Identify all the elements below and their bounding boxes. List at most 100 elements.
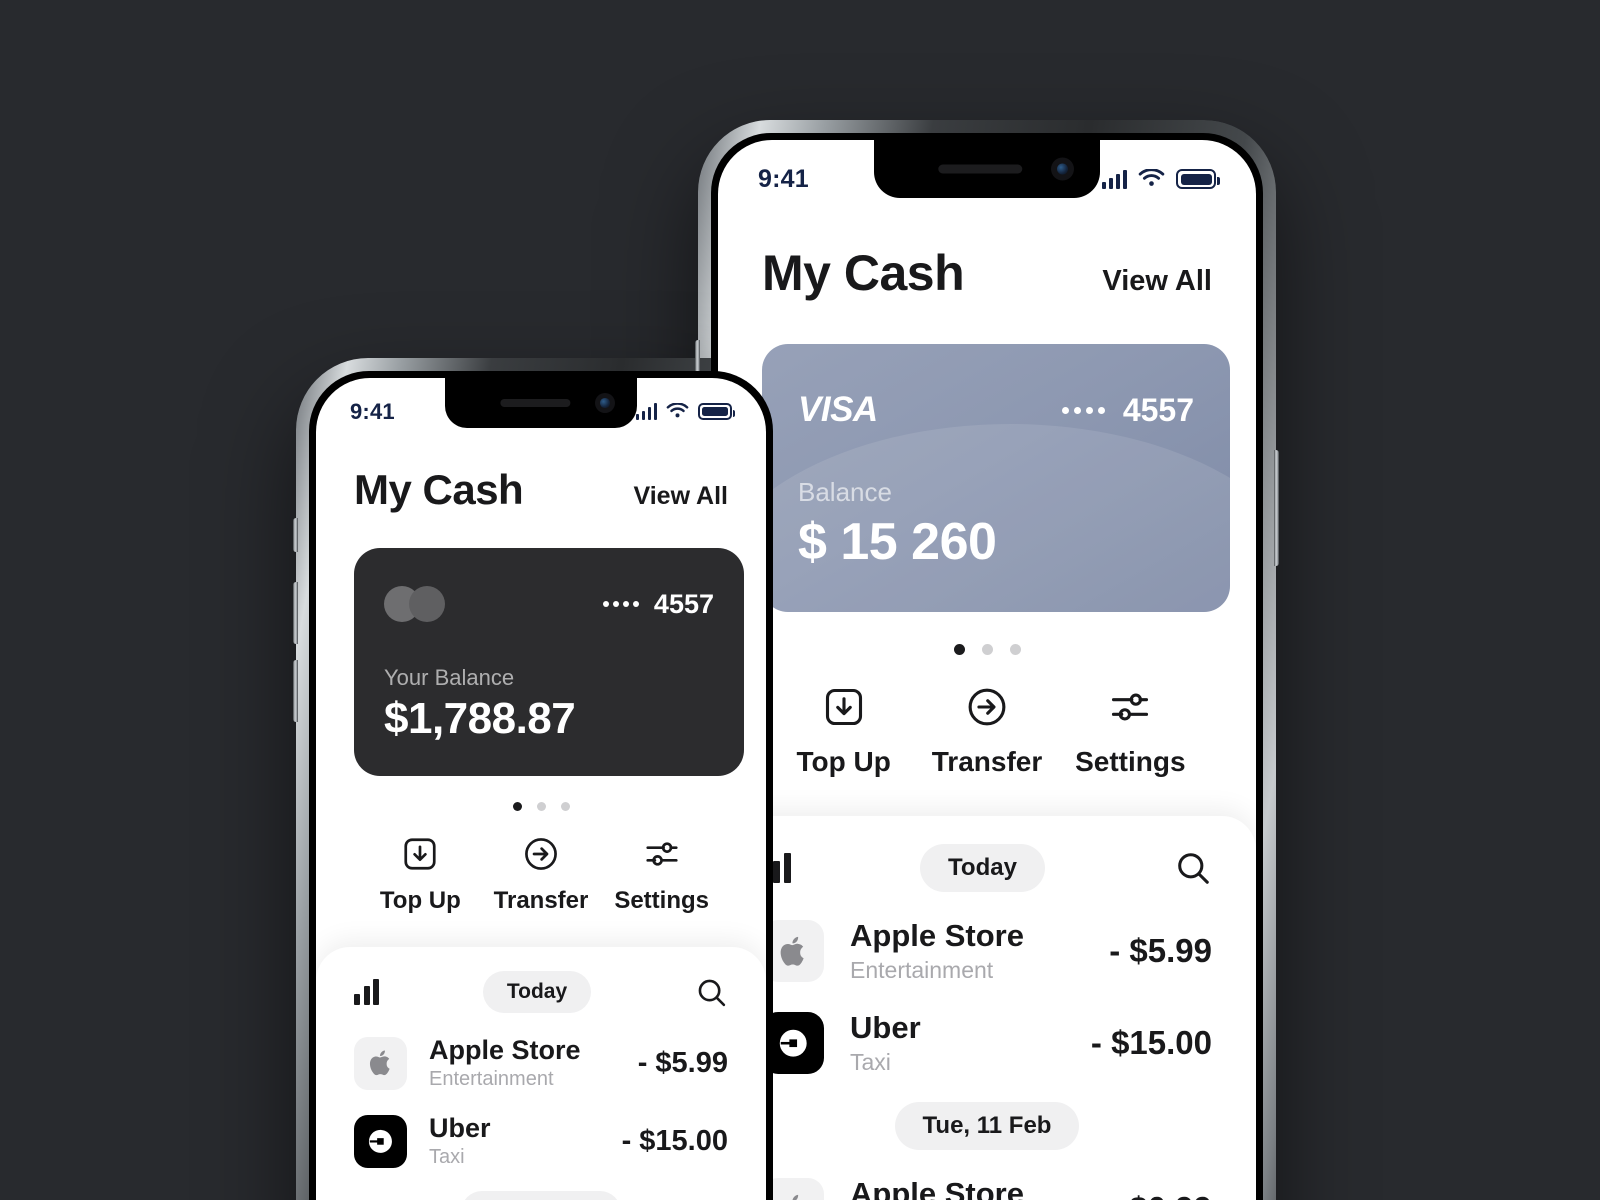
top-up-icon — [822, 685, 866, 729]
visa-logo-icon: VISA — [798, 390, 878, 429]
transaction-category: Entertainment — [429, 1068, 554, 1090]
carousel-pager[interactable] — [316, 802, 766, 811]
transaction-info: Apple Store Entertainment — [850, 918, 1083, 984]
date-pill-today[interactable]: Today — [482, 971, 592, 1013]
transaction-row[interactable]: Apple Store Entertainment - $5.99 — [718, 892, 1256, 984]
search-icon[interactable] — [1174, 849, 1212, 887]
action-top-up[interactable]: Top Up — [772, 685, 915, 778]
transaction-name: Apple Store — [429, 1035, 581, 1065]
card-top-row: 4557 — [354, 586, 744, 622]
date-pill-divider[interactable]: Tue, 11 Feb — [894, 1102, 1080, 1150]
transaction-name: Apple Store — [850, 1176, 1024, 1200]
transactions-toolbar: Today — [718, 816, 1256, 892]
balance-label: Balance — [798, 477, 892, 507]
front-camera-icon — [595, 393, 615, 413]
settings-sliders-icon — [643, 835, 681, 873]
wifi-icon — [666, 403, 689, 418]
transaction-info: Uber Taxi — [429, 1113, 600, 1169]
action-transfer[interactable]: Transfer — [915, 685, 1058, 778]
date-pill-divider[interactable]: Tue, 11 Feb — [460, 1191, 622, 1200]
pager-dot-2[interactable] — [536, 802, 546, 811]
balance-value: $ 15 260 — [798, 513, 997, 571]
mute-switch[interactable] — [293, 518, 298, 552]
phone-bezel: 9:41 — [711, 133, 1263, 1200]
payment-card[interactable]: 4557 Your Balance $1,788.87 — [354, 548, 744, 776]
pager-dot-1[interactable] — [512, 802, 522, 811]
transfer-icon — [965, 685, 1009, 729]
power-button[interactable] — [1274, 450, 1279, 566]
card-number-group: 4557 — [602, 589, 714, 620]
search-icon[interactable] — [695, 976, 728, 1009]
bar-chart-icon[interactable] — [354, 979, 379, 1005]
action-settings[interactable]: Settings — [1059, 685, 1202, 778]
pager-dot-3[interactable] — [560, 802, 570, 811]
transaction-row[interactable]: Apple Store Entertainment - $0.99 — [718, 1150, 1256, 1200]
card-balance-group: Your Balance $1,788.87 — [354, 665, 605, 744]
status-indicators — [635, 403, 735, 420]
view-all-button[interactable]: View All — [1102, 265, 1212, 298]
signal-bars-icon — [635, 403, 657, 420]
pager-dot-1[interactable] — [953, 644, 965, 655]
app-root-front: 9:41 My Cash View All 4557 Your Balance … — [316, 378, 766, 1200]
app-root-back: 9:41 My Cash View All VISA 4557 Balance … — [718, 140, 1256, 1200]
card-last4: 4557 — [1122, 391, 1194, 428]
carousel-pager[interactable] — [718, 644, 1256, 655]
mockup-stage: 9:41 My Cash View All VISA 4557 Balance … — [0, 0, 1600, 1200]
pager-dot-2[interactable] — [981, 644, 993, 655]
card-carousel[interactable]: 4557 Your Balance $1,788.87 — [354, 548, 766, 776]
transaction-amount: - $5.99 — [637, 1046, 728, 1079]
notch — [874, 140, 1100, 198]
phone-device-back: 9:41 My Cash View All VISA 4557 Balance … — [695, 120, 1279, 1200]
action-settings[interactable]: Settings — [601, 835, 722, 915]
card-top-row: VISA 4557 — [762, 390, 1230, 430]
signal-bars-icon — [1102, 169, 1127, 189]
earpiece-speaker-icon — [500, 399, 571, 407]
earpiece-speaker-icon — [938, 164, 1023, 174]
balance-label: Your Balance — [384, 665, 515, 690]
pager-dot-3[interactable] — [1009, 644, 1021, 655]
top-up-icon — [401, 835, 439, 873]
quick-actions: Top Up Transfer Settings — [718, 685, 1256, 778]
action-label: Transfer — [493, 887, 589, 914]
transfer-icon — [522, 835, 560, 873]
mastercard-logo-icon — [384, 586, 445, 622]
action-label: Top Up — [379, 887, 461, 914]
status-indicators — [1102, 169, 1220, 189]
phone-device-front: 9:41 My Cash View All 4557 Your Balance … — [293, 358, 789, 1200]
phone-screen-back: 9:41 My Cash View All VISA 4557 Balance … — [718, 140, 1256, 1200]
masked-digits-icon — [602, 601, 639, 607]
action-transfer[interactable]: Transfer — [481, 835, 602, 915]
volume-down-button[interactable] — [293, 660, 298, 722]
settings-sliders-icon — [1108, 685, 1152, 729]
view-all-button[interactable]: View All — [634, 482, 728, 511]
action-top-up[interactable]: Top Up — [360, 835, 481, 915]
volume-up-button[interactable] — [293, 582, 298, 644]
transaction-info: Apple Store Entertainment — [850, 1176, 1083, 1200]
quick-actions: Top Up Transfer Settings — [316, 835, 766, 915]
phone-screen-front: 9:41 My Cash View All 4557 Your Balance … — [316, 378, 766, 1200]
transactions-panel: Today Apple Store Entertainment - $5.99 … — [316, 947, 766, 1200]
status-time: 9:41 — [758, 164, 809, 193]
action-label: Settings — [1075, 746, 1186, 777]
phone-bezel: 9:41 — [309, 371, 773, 1200]
card-carousel[interactable]: VISA 4557 Balance $ 15 260 — [762, 344, 1256, 612]
front-camera-icon — [1051, 157, 1074, 181]
date-divider: Tue, 11 Feb — [718, 1102, 1256, 1150]
date-pill-today[interactable]: Today — [920, 844, 1045, 892]
page-title: My Cash — [354, 466, 524, 513]
transaction-row[interactable]: Uber Taxi - $15.00 — [718, 984, 1256, 1076]
transaction-amount: - $5.99 — [1109, 932, 1212, 969]
transaction-info: Uber Taxi — [850, 1010, 1065, 1076]
app-header: My Cash View All — [718, 198, 1256, 302]
transaction-category: Entertainment — [850, 957, 994, 983]
payment-card[interactable]: VISA 4557 Balance $ 15 260 — [762, 344, 1230, 612]
date-divider: Tue, 11 Feb — [316, 1191, 766, 1200]
transaction-row[interactable]: Uber Taxi - $15.00 — [316, 1091, 766, 1169]
transaction-row[interactable]: Apple Store Entertainment - $5.99 — [316, 1013, 766, 1091]
transaction-name: Uber — [850, 1010, 921, 1045]
app-header: My Cash View All — [316, 428, 766, 514]
balance-value: $1,788.87 — [384, 694, 576, 743]
action-label: Top Up — [796, 746, 891, 777]
transaction-name: Apple Store — [850, 918, 1024, 953]
action-label: Settings — [614, 887, 710, 914]
